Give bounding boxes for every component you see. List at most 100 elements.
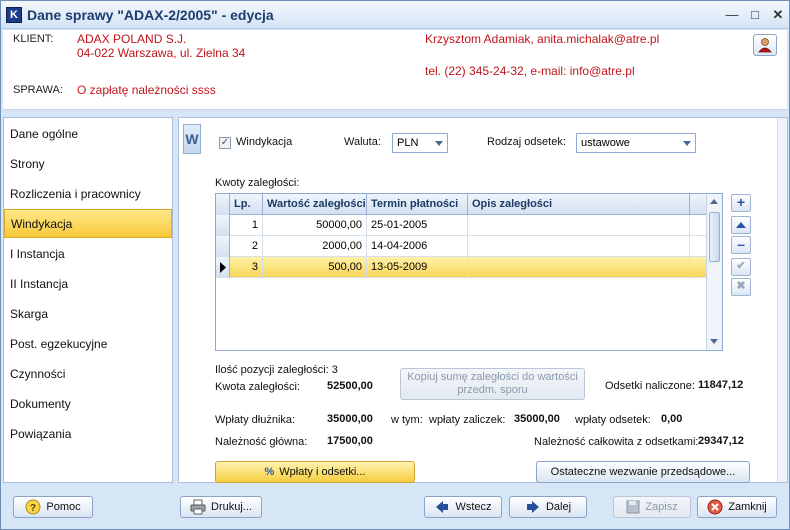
chevron-down-icon [435,141,443,146]
debts-grid: Lp. Wartość zaległości Termin płatności … [215,193,723,351]
wplaty-label: Wpłaty dłużnika: [215,414,296,426]
arrow-left-icon [436,501,449,514]
kopiuj-sume-button[interactable]: Kopiuj sumę zaległości do wartości przed… [400,368,585,400]
case-header: KLIENT: ADAX POLAND S.J. 04-022 Warszawa… [3,30,787,110]
close-icon[interactable]: ✕ [769,6,787,24]
triangle-up-icon [736,222,746,228]
add-row-button[interactable]: + [731,194,751,212]
panel-scrollbar[interactable] [777,118,787,482]
scroll-down-icon[interactable] [710,339,718,344]
help-label: Pomoc [46,501,81,513]
next-label: Dalej [545,501,572,513]
save-label: Zapisz [645,501,678,513]
dialog-window: K Dane sprawy "ADAX-2/2005" - edycja — □… [0,0,790,530]
kopiuj-sume-line2: przedm. sporu [457,384,528,396]
cell-opis[interactable] [468,257,690,278]
confirm-button[interactable]: ✔ [731,258,751,276]
col-wartosc[interactable]: Wartość zaległości [263,194,367,215]
cell-lp[interactable]: 2 [230,236,263,257]
cell-opis[interactable] [468,215,690,236]
floppy-icon [626,500,640,514]
minus-icon: – [737,236,745,252]
client-label: KLIENT: [13,33,54,45]
nav-item-czynnosci[interactable]: Czynności [4,360,172,389]
grid-scrollbar[interactable] [706,194,722,350]
grid-corner [216,194,230,215]
table-row-selected[interactable]: 3 500,00 13-05-2009 [216,257,706,278]
odsetki-naliczone-label: Odsetki naliczone: [605,380,695,392]
cell-opis[interactable] [468,236,690,257]
waluta-value: PLN [397,137,419,149]
chevron-down-icon [683,141,691,146]
nav-item-powiazania[interactable]: Powiązania [4,420,172,449]
window-title: Dane sprawy "ADAX-2/2005" - edycja [27,7,274,23]
next-button[interactable]: Dalej [509,496,587,518]
wezwanie-label: Ostateczne wezwanie przedsądowe... [550,466,736,478]
kwota-value: 52500,00 [327,380,373,392]
cell-wartosc[interactable]: 50000,00 [263,215,367,236]
help-icon: ? [25,499,41,515]
close-label: Zamknij [728,501,767,513]
nav-item-ii-instancja[interactable]: II Instancja [4,270,172,299]
current-row-arrow-icon [220,262,226,273]
minimize-icon[interactable]: — [723,6,741,24]
col-lp[interactable]: Lp. [230,194,263,215]
check-icon: ✔ [736,260,746,272]
cell-termin[interactable]: 25-01-2005 [367,215,468,236]
wplaty-odsetki-button[interactable]: % Wpłaty i odsetki... [215,461,415,483]
windykacja-checkbox[interactable]: ✓ [219,137,231,149]
scroll-up-icon[interactable] [710,199,718,204]
table-row[interactable]: 2 2000,00 14-04-2006 [216,236,706,257]
help-button[interactable]: ? Pomoc [13,496,93,518]
naleznosc-calkowita-label: Należność całkowita z odsetkami: [534,436,699,448]
waluta-select[interactable]: PLN [392,133,448,153]
cell-lp[interactable]: 1 [230,215,263,236]
wplaty-zaliczek-label: wpłaty zaliczek: [429,414,506,426]
side-tab[interactable]: W [183,124,201,154]
cell-lp[interactable]: 3 [230,257,263,278]
kwoty-label: Kwoty zaległości: [215,177,300,189]
cell-termin[interactable]: 13-05-2009 [367,257,468,278]
col-opis[interactable]: Opis zaległości [468,194,690,215]
arrow-right-icon [526,501,539,514]
cell-wartosc[interactable]: 500,00 [263,257,367,278]
cancel-edit-button[interactable]: ✖ [731,278,751,296]
wplaty-value: 35000,00 [327,413,373,425]
col-termin[interactable]: Termin płatności [367,194,468,215]
nav-item-post-egzekucyjne[interactable]: Post. egzekucyjne [4,330,172,359]
client-phone: tel. (22) 345-24-32, e-mail: info@atre.p… [425,64,635,78]
kopiuj-sume-line1: Kopiuj sumę zaległości do wartości [407,371,578,383]
wezwanie-button[interactable]: Ostateczne wezwanie przedsądowe... [536,461,750,483]
x-icon: ✖ [736,280,746,292]
close-button[interactable]: Zamknij [697,496,777,518]
scroll-thumb[interactable] [709,212,720,262]
odsetki-type-label: Rodzaj odsetek: [487,136,566,148]
cell-wartosc[interactable]: 2000,00 [263,236,367,257]
grid-header: Lp. Wartość zaległości Termin płatności … [216,194,706,215]
w-tym-label: w tym: [391,414,423,426]
row-indicator [216,215,230,236]
move-up-button[interactable] [731,216,751,234]
save-button[interactable]: Zapisz [613,496,691,518]
back-label: Wstecz [455,501,492,513]
nav-item-strony[interactable]: Strony [4,150,172,179]
remove-row-button[interactable]: – [731,236,751,254]
nav-item-dane-ogolne[interactable]: Dane ogólne [4,120,172,149]
ilosc-pozycji-label: Ilość pozycji zaległości: 3 [215,364,338,376]
nav-item-skarga[interactable]: Skarga [4,300,172,329]
print-button[interactable]: Drukuj... [180,496,262,518]
user-details-button[interactable] [753,34,777,56]
odsetki-naliczone-value: 11847,12 [698,379,744,391]
table-row[interactable]: 1 50000,00 25-01-2005 [216,215,706,236]
svg-text:?: ? [30,503,36,514]
cell-termin[interactable]: 14-04-2006 [367,236,468,257]
maximize-icon[interactable]: □ [746,6,764,24]
nav-item-windykacja[interactable]: Windykacja [4,209,172,238]
nav-item-i-instancja[interactable]: I Instancja [4,240,172,269]
print-label: Drukuj... [211,501,252,513]
back-button[interactable]: Wstecz [424,496,502,518]
odsetki-type-select[interactable]: ustawowe [576,133,696,153]
nav-item-rozliczenia[interactable]: Rozliczenia i pracownicy [4,180,172,209]
nav-item-dokumenty[interactable]: Dokumenty [4,390,172,419]
wplaty-odsetek-label: wpłaty odsetek: [575,414,651,426]
